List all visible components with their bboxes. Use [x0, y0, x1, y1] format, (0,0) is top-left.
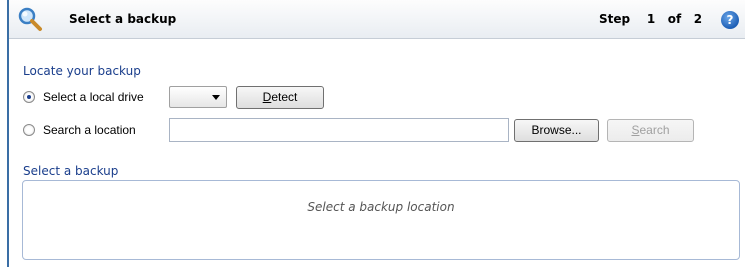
- backup-wizard-panel: Select a backup Step 1 of 2 ? Locate you…: [7, 0, 745, 267]
- wizard-header: Select a backup Step 1 of 2 ?: [9, 0, 745, 39]
- backup-list-placeholder: Select a backup location: [307, 200, 455, 214]
- chevron-down-icon: [212, 95, 220, 100]
- browse-button[interactable]: Browse...: [514, 119, 599, 142]
- search-location-radio[interactable]: [23, 124, 35, 136]
- locate-heading: Locate your backup: [23, 64, 141, 78]
- search-rest: earch: [639, 123, 670, 137]
- step-word: Step: [599, 12, 631, 26]
- step-total: 2: [693, 12, 703, 26]
- wizard-title: Select a backup: [69, 12, 177, 26]
- help-icon[interactable]: ?: [721, 11, 739, 29]
- step-indicator: Step 1 of 2: [599, 12, 702, 26]
- local-drive-label[interactable]: Select a local drive: [43, 90, 144, 104]
- search-location-label[interactable]: Search a location: [43, 123, 136, 137]
- detect-button[interactable]: Detect: [236, 86, 324, 109]
- drive-select[interactable]: [169, 86, 227, 108]
- select-backup-heading: Select a backup: [23, 164, 119, 178]
- location-input[interactable]: [169, 118, 509, 142]
- backup-list[interactable]: Select a backup location: [22, 180, 740, 260]
- local-drive-radio[interactable]: [23, 91, 35, 103]
- search-button[interactable]: Search: [607, 119, 694, 142]
- step-of: of: [667, 12, 682, 26]
- step-current: 1: [646, 12, 656, 26]
- detect-rest: etect: [271, 90, 298, 104]
- magnifier-icon: [18, 7, 42, 31]
